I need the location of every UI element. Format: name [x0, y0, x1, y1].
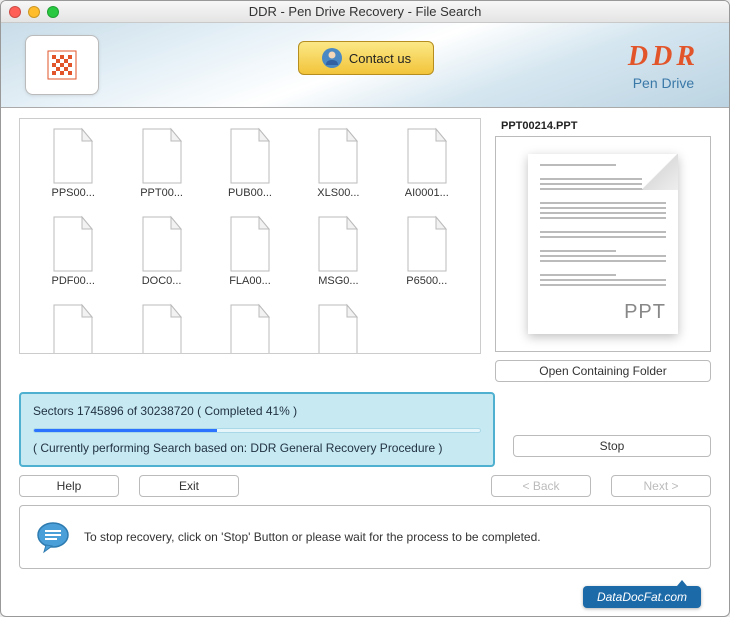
app-window: DDR - Pen Drive Recovery - File Search C…: [0, 0, 730, 617]
file-item[interactable]: PPS00...: [34, 127, 112, 199]
file-icon: [137, 127, 187, 185]
file-item[interactable]: FLA00...: [211, 215, 289, 287]
app-header: Contact us DDR Pen Drive: [1, 23, 729, 108]
preview-extension: PPT: [540, 301, 666, 324]
contact-us-label: Contact us: [349, 51, 411, 66]
file-name: MSG0...: [318, 275, 358, 287]
file-list-panel: PPS00... PPT00... PUB00... XLS00... AI00…: [19, 118, 481, 354]
file-item[interactable]: PUB00...: [211, 303, 289, 354]
file-name: PDF00...: [51, 275, 94, 287]
logo-icon: [42, 45, 82, 85]
file-item[interactable]: PPT00...: [122, 127, 200, 199]
person-icon: [321, 47, 343, 69]
file-icon: [48, 127, 98, 185]
file-item[interactable]: MSG0...: [299, 215, 377, 287]
window-title: DDR - Pen Drive Recovery - File Search: [1, 4, 729, 19]
file-icon: [137, 215, 187, 273]
file-name: PPT00...: [140, 187, 183, 199]
file-icon: [313, 215, 363, 273]
progress-mode-text: ( Currently performing Search based on: …: [33, 441, 481, 455]
file-item[interactable]: XLS00...: [299, 127, 377, 199]
contact-us-button[interactable]: Contact us: [298, 41, 434, 75]
preview-filename: PPT00214.PPT: [495, 118, 711, 134]
progress-fill: [34, 429, 217, 432]
file-name: XLS00...: [317, 187, 359, 199]
file-icon: [225, 303, 275, 354]
file-icon: [225, 127, 275, 185]
progress-sectors-text: Sectors 1745896 of 30238720 ( Completed …: [33, 404, 481, 418]
file-item[interactable]: PPT00...: [122, 303, 200, 354]
chat-bubble-icon: [36, 520, 70, 554]
open-containing-folder-button[interactable]: Open Containing Folder: [495, 360, 711, 382]
back-button[interactable]: < Back: [491, 475, 591, 497]
file-icon: [225, 215, 275, 273]
brand-block: DDR Pen Drive: [628, 41, 699, 91]
file-name: AI0001...: [405, 187, 449, 199]
file-grid: PPS00... PPT00... PUB00... XLS00... AI00…: [34, 127, 466, 354]
file-icon: [48, 215, 98, 273]
exit-button[interactable]: Exit: [139, 475, 239, 497]
next-button[interactable]: Next >: [611, 475, 711, 497]
progress-bar: [33, 428, 481, 433]
file-name: FLA00...: [229, 275, 271, 287]
info-box: To stop recovery, click on 'Stop' Button…: [19, 505, 711, 569]
file-name: DOC0...: [142, 275, 182, 287]
file-item[interactable]: XLS00...: [299, 303, 377, 354]
brand-subtitle: Pen Drive: [628, 75, 699, 91]
file-item[interactable]: DOC0...: [122, 215, 200, 287]
titlebar: DDR - Pen Drive Recovery - File Search: [1, 1, 729, 23]
file-icon: [313, 303, 363, 354]
file-icon: [402, 127, 452, 185]
file-item[interactable]: AI0001...: [388, 127, 466, 199]
file-name: P6500...: [406, 275, 447, 287]
preview-box: PPT: [495, 136, 711, 352]
preview-document: PPT: [528, 154, 678, 334]
progress-panel: Sectors 1745896 of 30238720 ( Completed …: [19, 392, 495, 467]
file-icon: [313, 127, 363, 185]
app-logo: [25, 35, 99, 95]
nav-row: Help Exit < Back Next >: [19, 475, 711, 497]
file-icon: [402, 215, 452, 273]
preview-column: PPT00214.PPT PPT: [495, 118, 711, 382]
file-icon: [48, 303, 98, 354]
help-button[interactable]: Help: [19, 475, 119, 497]
file-item[interactable]: PUB00...: [211, 127, 289, 199]
stop-button[interactable]: Stop: [513, 435, 711, 457]
info-text: To stop recovery, click on 'Stop' Button…: [84, 530, 541, 544]
file-item[interactable]: P6500...: [388, 215, 466, 287]
file-icon: [137, 303, 187, 354]
file-item[interactable]: PDF00...: [34, 215, 112, 287]
file-name: PPS00...: [51, 187, 94, 199]
file-item[interactable]: PPS00...: [34, 303, 112, 354]
watermark-badge: DataDocFat.com: [583, 586, 701, 608]
file-name: PUB00...: [228, 187, 272, 199]
brand-title: DDR: [628, 41, 699, 73]
content-area: PPS00... PPT00... PUB00... XLS00... AI00…: [1, 108, 729, 569]
